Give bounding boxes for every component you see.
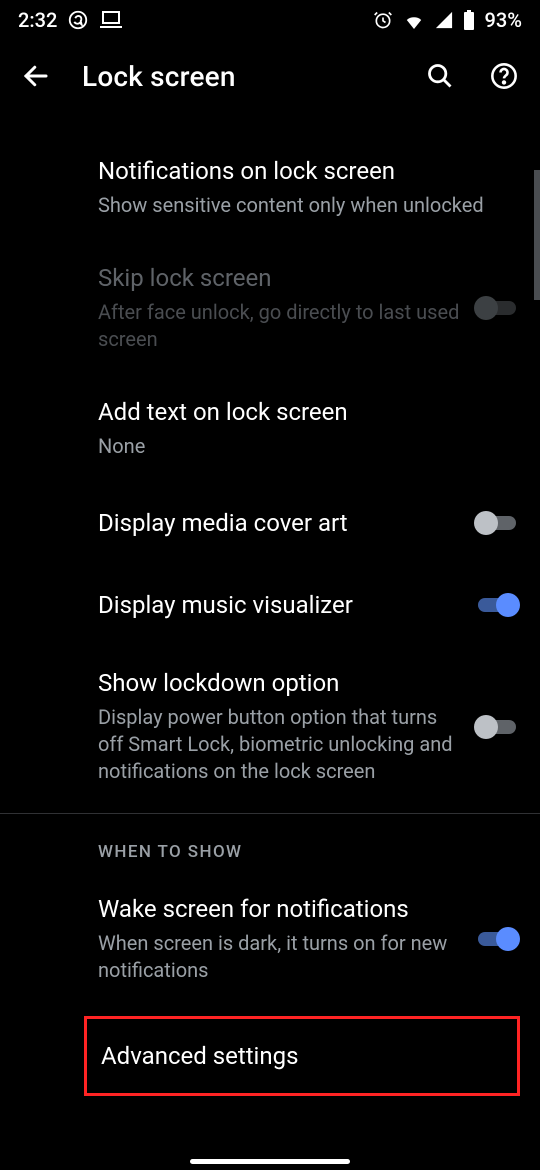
search-button[interactable] [422,58,458,94]
app-bar: Lock screen [0,40,540,112]
setting-add-text[interactable]: Add text on lock screen None [98,375,520,482]
setting-notifications-lockscreen[interactable]: Notifications on lock screen Show sensit… [98,134,520,241]
page-title: Lock screen [82,60,394,93]
battery-icon [463,10,475,30]
setting-advanced[interactable]: Advanced settings [101,1033,517,1079]
highlight-advanced-settings: Advanced settings [84,1016,520,1096]
setting-media-cover-art[interactable]: Display media cover art [98,482,520,564]
whatsapp-icon [67,9,89,31]
toggle-skip-lockscreen [474,294,520,322]
setting-subtitle: After face unlock, go directly to last u… [98,299,464,353]
setting-title: Notifications on lock screen [98,156,510,186]
setting-title: Show lockdown option [98,668,464,698]
toggle-music-visualizer[interactable] [474,591,520,619]
scrollbar[interactable] [534,170,540,300]
setting-title: Display music visualizer [98,590,464,620]
section-header-when-to-show: WHEN TO SHOW [98,814,520,872]
setting-wake-for-notifications[interactable]: Wake screen for notifications When scree… [98,872,520,1006]
setting-title: Skip lock screen [98,263,464,293]
status-battery-percent: 93% [485,8,522,32]
status-bar: 2:32 93% [0,0,540,40]
toggle-media-cover-art[interactable] [474,509,520,537]
status-time: 2:32 [18,8,57,32]
toggle-wake-for-notifications[interactable] [474,925,520,953]
toggle-lockdown-option[interactable] [474,713,520,741]
back-button[interactable] [18,58,54,94]
nav-handle[interactable] [190,1159,350,1164]
alarm-icon [373,10,393,30]
setting-subtitle: When screen is dark, it turns on for new… [98,930,464,984]
setting-music-visualizer[interactable]: Display music visualizer [98,564,520,646]
wifi-icon [403,11,425,29]
setting-subtitle: Display power button option that turns o… [98,704,464,785]
help-button[interactable] [486,58,522,94]
setting-title: Wake screen for notifications [98,894,464,924]
setting-skip-lockscreen: Skip lock screen After face unlock, go d… [98,241,520,375]
setting-subtitle: None [98,433,510,460]
setting-subtitle: Show sensitive content only when unlocke… [98,192,510,219]
laptop-icon [99,9,123,31]
signal-icon [435,11,453,29]
setting-title: Add text on lock screen [98,397,510,427]
setting-lockdown-option[interactable]: Show lockdown option Display power butto… [98,646,520,807]
setting-title: Display media cover art [98,508,464,538]
setting-title: Advanced settings [101,1041,507,1071]
